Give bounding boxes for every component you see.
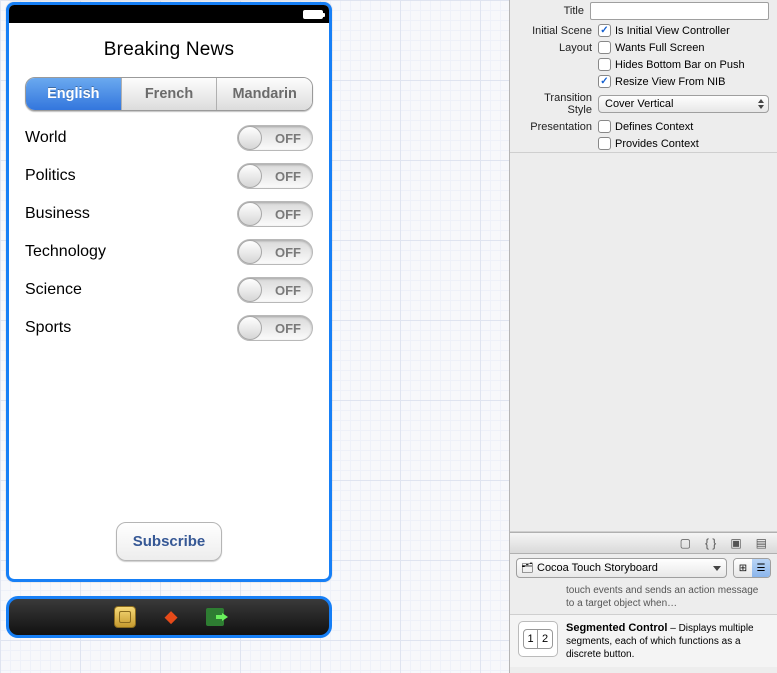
switch-technology[interactable]: OFF — [237, 239, 313, 265]
defines-context-checkbox[interactable] — [598, 120, 611, 133]
status-bar — [9, 5, 329, 23]
object-tab-icon[interactable]: ▣ — [730, 536, 741, 550]
category-label: Technology — [25, 243, 106, 261]
transition-style-select[interactable]: Cover Vertical — [598, 95, 769, 113]
library-item-segmented-control[interactable]: 12 Segmented Control – Displays multiple… — [510, 614, 777, 667]
category-row: Technology OFF — [25, 239, 313, 265]
hides-bottom-bar-label: Hides Bottom Bar on Push — [615, 59, 745, 71]
language-segmented-control[interactable]: English French Mandarin — [25, 77, 313, 111]
is-initial-vc-checkbox[interactable] — [598, 24, 611, 37]
category-label: World — [25, 129, 67, 147]
category-row: Sports OFF — [25, 315, 313, 341]
list-view-icon[interactable]: ☰ — [752, 559, 770, 577]
segment-mandarin[interactable]: Mandarin — [216, 78, 312, 110]
inspector-panel: Title Initial Scene Is Initial View Cont… — [509, 0, 777, 673]
segment-english[interactable]: English — [26, 78, 121, 110]
subscribe-button[interactable]: Subscribe — [116, 522, 223, 561]
presentation-label: Presentation — [518, 121, 598, 133]
grid-view-icon[interactable]: ⊞ — [734, 559, 752, 577]
category-row: Science OFF — [25, 277, 313, 303]
transition-label: Transition Style — [518, 92, 598, 116]
wants-full-screen-label: Wants Full Screen — [615, 42, 704, 54]
library-item-partial: touch events and sends an action message… — [510, 582, 777, 614]
segmented-control-icon: 12 — [518, 621, 558, 657]
category-label: Science — [25, 281, 82, 299]
first-responder-icon[interactable] — [114, 606, 136, 628]
is-initial-vc-label: Is Initial View Controller — [615, 25, 730, 37]
wants-full-screen-checkbox[interactable] — [598, 41, 611, 54]
category-label: Sports — [25, 319, 71, 337]
hides-bottom-bar-checkbox[interactable] — [598, 58, 611, 71]
provides-context-label: Provides Context — [615, 138, 699, 150]
defines-context-label: Defines Context — [615, 121, 693, 133]
app-title: Breaking News — [25, 39, 313, 61]
category-row: World OFF — [25, 125, 313, 151]
exit-icon[interactable] — [206, 608, 224, 626]
layout-label: Layout — [518, 42, 598, 54]
resize-from-nib-label: Resize View From NIB — [615, 76, 725, 88]
iphone-view[interactable]: Breaking News English French Mandarin Wo… — [6, 2, 332, 582]
initial-scene-label: Initial Scene — [518, 25, 598, 37]
library-item-title: Segmented Control — [566, 622, 667, 634]
category-label: Business — [25, 205, 90, 223]
category-row: Politics OFF — [25, 163, 313, 189]
switch-politics[interactable]: OFF — [237, 163, 313, 189]
category-row: Business OFF — [25, 201, 313, 227]
scene-dock[interactable]: ◆ — [6, 596, 332, 638]
switch-science[interactable]: OFF — [237, 277, 313, 303]
provides-context-checkbox[interactable] — [598, 137, 611, 150]
code-snippet-tab-icon[interactable]: { } — [705, 536, 716, 550]
switch-sports[interactable]: OFF — [237, 315, 313, 341]
switch-business[interactable]: OFF — [237, 201, 313, 227]
battery-icon — [303, 10, 323, 19]
segment-french[interactable]: French — [121, 78, 217, 110]
library-filter-select[interactable]: Cocoa Touch Storyboard — [516, 558, 727, 578]
inspector-spacer — [510, 152, 777, 532]
category-label: Politics — [25, 167, 76, 185]
resize-from-nib-checkbox[interactable] — [598, 75, 611, 88]
library-tabs[interactable]: ▢ { } ▣ ▤ — [510, 532, 777, 554]
file-template-tab-icon[interactable]: ▢ — [680, 536, 691, 550]
title-field-label: Title — [518, 5, 590, 17]
media-tab-icon[interactable]: ▤ — [756, 536, 767, 550]
switch-world[interactable]: OFF — [237, 125, 313, 151]
title-input[interactable] — [590, 2, 769, 20]
view-controller-icon[interactable]: ◆ — [160, 606, 182, 628]
storyboard-canvas[interactable]: Breaking News English French Mandarin Wo… — [0, 0, 509, 673]
library-view-toggle[interactable]: ⊞ ☰ — [733, 558, 771, 578]
